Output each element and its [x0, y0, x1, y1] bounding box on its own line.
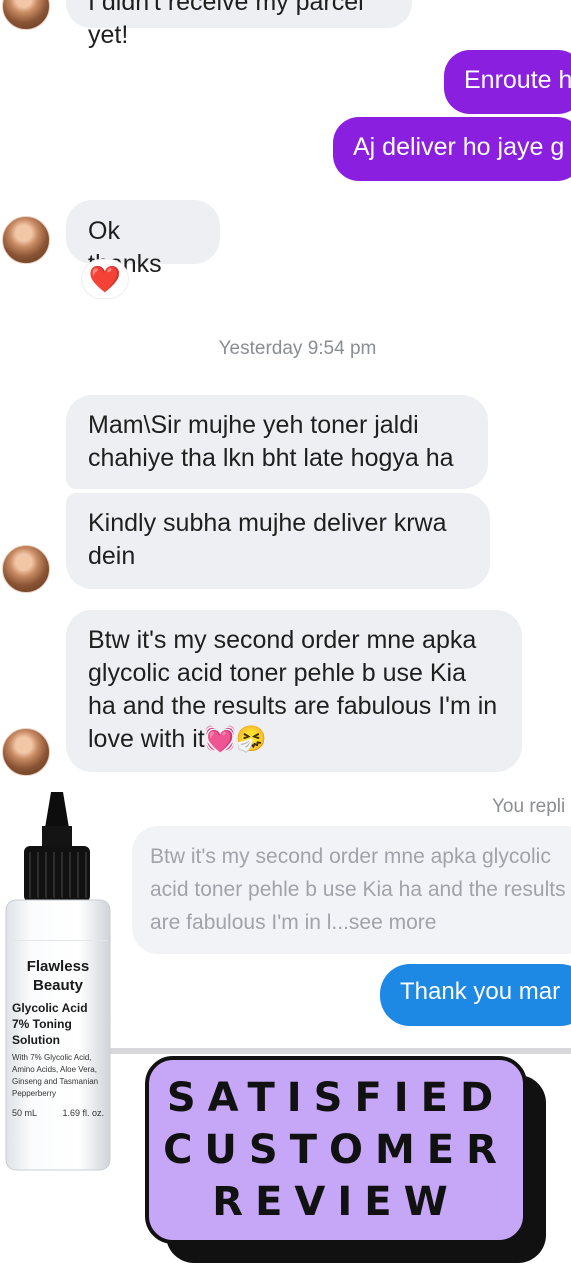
message-text: Thank you mar: [400, 978, 561, 1005]
message-bubble-incoming[interactable]: Ok thanks: [66, 200, 220, 278]
message-bubble-outgoing[interactable]: Enroute h: [444, 50, 571, 114]
message-bubble-outgoing[interactable]: Thank you mar: [380, 964, 571, 1026]
reply-indicator: You repli: [492, 796, 566, 817]
banner-line: SATISFIED: [166, 1075, 506, 1121]
message-bubble-incoming[interactable]: Kindly subha mujhe deliver krwa dein: [66, 493, 490, 589]
ingredients-text: With 7% Glycolic Acid, Amino Acids, Aloe…: [12, 1053, 99, 1098]
message-bubble-incoming[interactable]: Btw it's my second order mne apka glycol…: [66, 610, 522, 772]
quoted-message[interactable]: Btw it's my second order mne apka glycol…: [132, 826, 571, 954]
avatar[interactable]: [2, 0, 50, 30]
message-bubble-incoming[interactable]: Mam\Sir mujhe yeh toner jaldi chahiye th…: [66, 395, 488, 489]
avatar[interactable]: [2, 545, 50, 593]
message-text: Enroute h: [464, 66, 571, 94]
message-text: Btw it's my second order mne apka glycol…: [88, 626, 498, 753]
divider: [110, 1048, 571, 1054]
avatar[interactable]: [2, 728, 50, 776]
message-bubble-outgoing[interactable]: Aj deliver ho jaye g: [333, 117, 571, 181]
message-bubble-incoming[interactable]: I didn't receive my parcel yet!: [66, 0, 412, 49]
volume-oz: 1.69 fl. oz.: [62, 1108, 104, 1118]
message-text: Kindly subha mujhe deliver krwa dein: [88, 509, 447, 570]
brand-name: Flawless: [26, 958, 90, 975]
banner-line: CUSTOMER: [163, 1127, 509, 1173]
message-text: Aj deliver ho jaye g: [353, 133, 565, 161]
review-banner: SATISFIED CUSTOMER REVIEW: [145, 1056, 527, 1244]
heart-reaction-icon[interactable]: ❤️: [82, 260, 128, 298]
product-name: Glycolic Acid 7% Toning Solution: [12, 1001, 88, 1047]
volume-ml: 50 mL: [12, 1108, 38, 1118]
message-text: I didn't receive my parcel yet!: [88, 0, 364, 49]
quoted-text: Btw it's my second order mne apka glycol…: [150, 845, 566, 934]
message-text: Mam\Sir mujhe yeh toner jaldi chahiye th…: [88, 411, 454, 472]
timestamp: Yesterday 9:54 pm: [218, 338, 377, 359]
banner-line: REVIEW: [212, 1179, 460, 1225]
brand-name: Beauty: [32, 977, 84, 994]
product-label: Flawless Beauty Glycolic Acid 7% Toning …: [12, 958, 104, 1118]
avatar[interactable]: [2, 216, 50, 264]
